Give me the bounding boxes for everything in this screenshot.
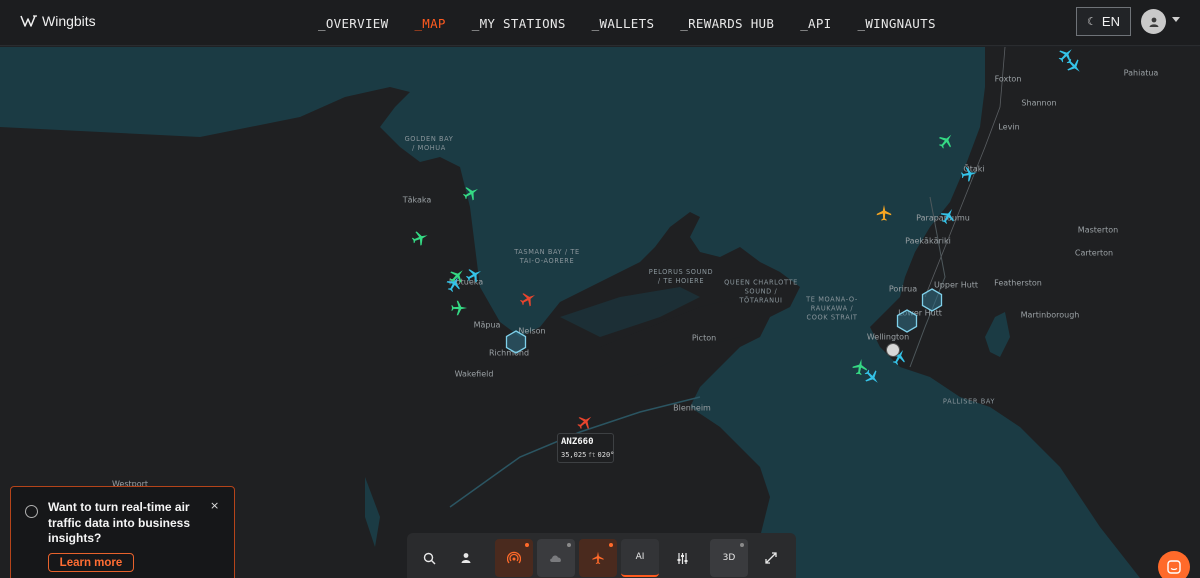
station-hex-icon[interactable] <box>504 330 528 354</box>
water-label: QUEEN CHARLOTTE SOUND / TŌTARANUI <box>724 278 798 305</box>
language-label: EN <box>1101 14 1120 29</box>
view-3d-indicator <box>740 543 744 547</box>
flight-altitude: 35,025 ft 020° <box>561 451 614 459</box>
coverage-indicator <box>525 543 529 547</box>
learn-more-button[interactable]: Learn more <box>48 553 134 572</box>
user-avatar[interactable] <box>1141 9 1166 34</box>
aircraft-icon[interactable] <box>462 184 480 202</box>
place-label: Martinborough <box>1020 310 1080 320</box>
selected-flight-tag[interactable]: ANZ660 35,025 ft 020° <box>557 433 614 463</box>
airplane-icon <box>592 551 604 564</box>
place-label: Blenheim <box>673 403 711 413</box>
main-nav: _OVERVIEW _MAP _MY STATIONS _WALLETS _RE… <box>318 0 962 46</box>
chat-launcher-button[interactable] <box>1158 551 1190 578</box>
place-label: Paekākāriki <box>905 236 951 246</box>
station-hex-icon[interactable] <box>920 288 944 312</box>
weather-indicator <box>567 543 571 547</box>
water-label: TE MOANA-O- RAUKAWA / COOK STRAIT <box>806 295 858 322</box>
aircraft-icon[interactable] <box>937 132 955 150</box>
expand-icon <box>765 552 777 564</box>
moon-icon: ☾ <box>1087 16 1097 28</box>
chevron-down-icon[interactable] <box>1172 17 1180 22</box>
globe-icon <box>25 505 38 518</box>
heading-value: 020° <box>597 451 615 459</box>
aircraft-icon[interactable] <box>465 266 483 284</box>
water-label: TASMAN BAY / TE TAI-O-AORERE <box>514 248 580 265</box>
ai-button[interactable]: AI <box>621 539 659 577</box>
aircraft-icon[interactable] <box>875 204 893 222</box>
place-label: Picton <box>691 333 717 343</box>
view-3d-button[interactable]: 3D <box>710 539 748 577</box>
nav-my-stations[interactable]: _MY STATIONS <box>472 16 566 31</box>
place-label: Porirua <box>888 284 918 294</box>
aircraft-icon[interactable] <box>445 275 463 293</box>
logo-text: Wingbits <box>42 13 96 29</box>
place-label: Masterton <box>1077 225 1119 235</box>
aircraft-icon[interactable] <box>450 299 468 317</box>
top-header: Wingbits _OVERVIEW _MAP _MY STATIONS _WA… <box>0 0 1200 46</box>
airport-icon[interactable] <box>886 343 900 357</box>
altitude-value: 35,025 <box>561 451 587 459</box>
station-hex-icon[interactable] <box>895 309 919 333</box>
place-label: Māpua <box>473 320 501 330</box>
nav-api[interactable]: _API <box>800 16 831 31</box>
place-label: Pahiatua <box>1123 68 1159 78</box>
cloud-icon <box>550 555 561 562</box>
search-button[interactable] <box>410 539 448 577</box>
map-toolbar: AI 3D <box>407 533 796 578</box>
place-label: Wellington <box>866 332 910 342</box>
aircraft-icon[interactable] <box>939 207 957 225</box>
weather-button[interactable] <box>537 539 575 577</box>
aircraft-icon[interactable] <box>960 165 978 183</box>
flight-callsign: ANZ660 <box>561 437 594 447</box>
water-label: GOLDEN BAY / MOHUA <box>404 135 454 152</box>
place-label: Tākaka <box>402 195 432 205</box>
aircraft-icon[interactable] <box>576 413 594 431</box>
ai-label: AI <box>635 552 645 562</box>
user-icon <box>1149 17 1158 27</box>
fullscreen-button[interactable] <box>752 539 790 577</box>
altitude-unit: ft <box>588 452 596 459</box>
wingbits-logo[interactable]: Wingbits <box>20 13 96 29</box>
user-filter-button[interactable] <box>447 539 485 577</box>
aircraft-button[interactable] <box>579 539 617 577</box>
promo-card: Want to turn real-time air traffic data … <box>10 486 235 578</box>
aircraft-indicator <box>609 543 613 547</box>
promo-text: Want to turn real-time air traffic data … <box>48 500 191 545</box>
place-label: Featherston <box>994 278 1042 288</box>
nav-overview[interactable]: _OVERVIEW <box>318 16 388 31</box>
view-3d-label: 3D <box>722 553 736 563</box>
chat-icon <box>1167 560 1181 574</box>
aircraft-icon[interactable] <box>863 368 881 386</box>
person-icon <box>461 553 471 563</box>
nav-map[interactable]: _MAP <box>414 16 445 31</box>
search-icon <box>423 552 435 564</box>
nav-rewards-hub[interactable]: _REWARDS HUB <box>680 16 774 31</box>
place-label: Carterton <box>1074 248 1114 258</box>
theme-language-button[interactable]: ☾ EN <box>1076 7 1131 36</box>
sliders-icon <box>677 552 687 564</box>
place-label: Shannon <box>1021 98 1057 108</box>
water-label: PELORUS SOUND / TE HOIERE <box>648 268 714 285</box>
aircraft-icon[interactable] <box>519 290 537 308</box>
water-label: PALLISER BAY <box>942 397 996 406</box>
filters-button[interactable] <box>663 539 701 577</box>
place-label: Wakefield <box>454 369 494 379</box>
coverage-button[interactable] <box>495 539 533 577</box>
aircraft-icon[interactable] <box>1065 57 1083 75</box>
nav-wallets[interactable]: _WALLETS <box>592 16 655 31</box>
wingbits-logo-icon <box>20 15 37 27</box>
signal-icon <box>507 551 521 564</box>
nav-wingnauts[interactable]: _WINGNAUTS <box>858 16 936 31</box>
close-icon[interactable]: × <box>210 499 219 512</box>
place-label: Foxton <box>994 74 1022 84</box>
place-label: Levin <box>998 122 1020 132</box>
aircraft-icon[interactable] <box>411 229 429 247</box>
